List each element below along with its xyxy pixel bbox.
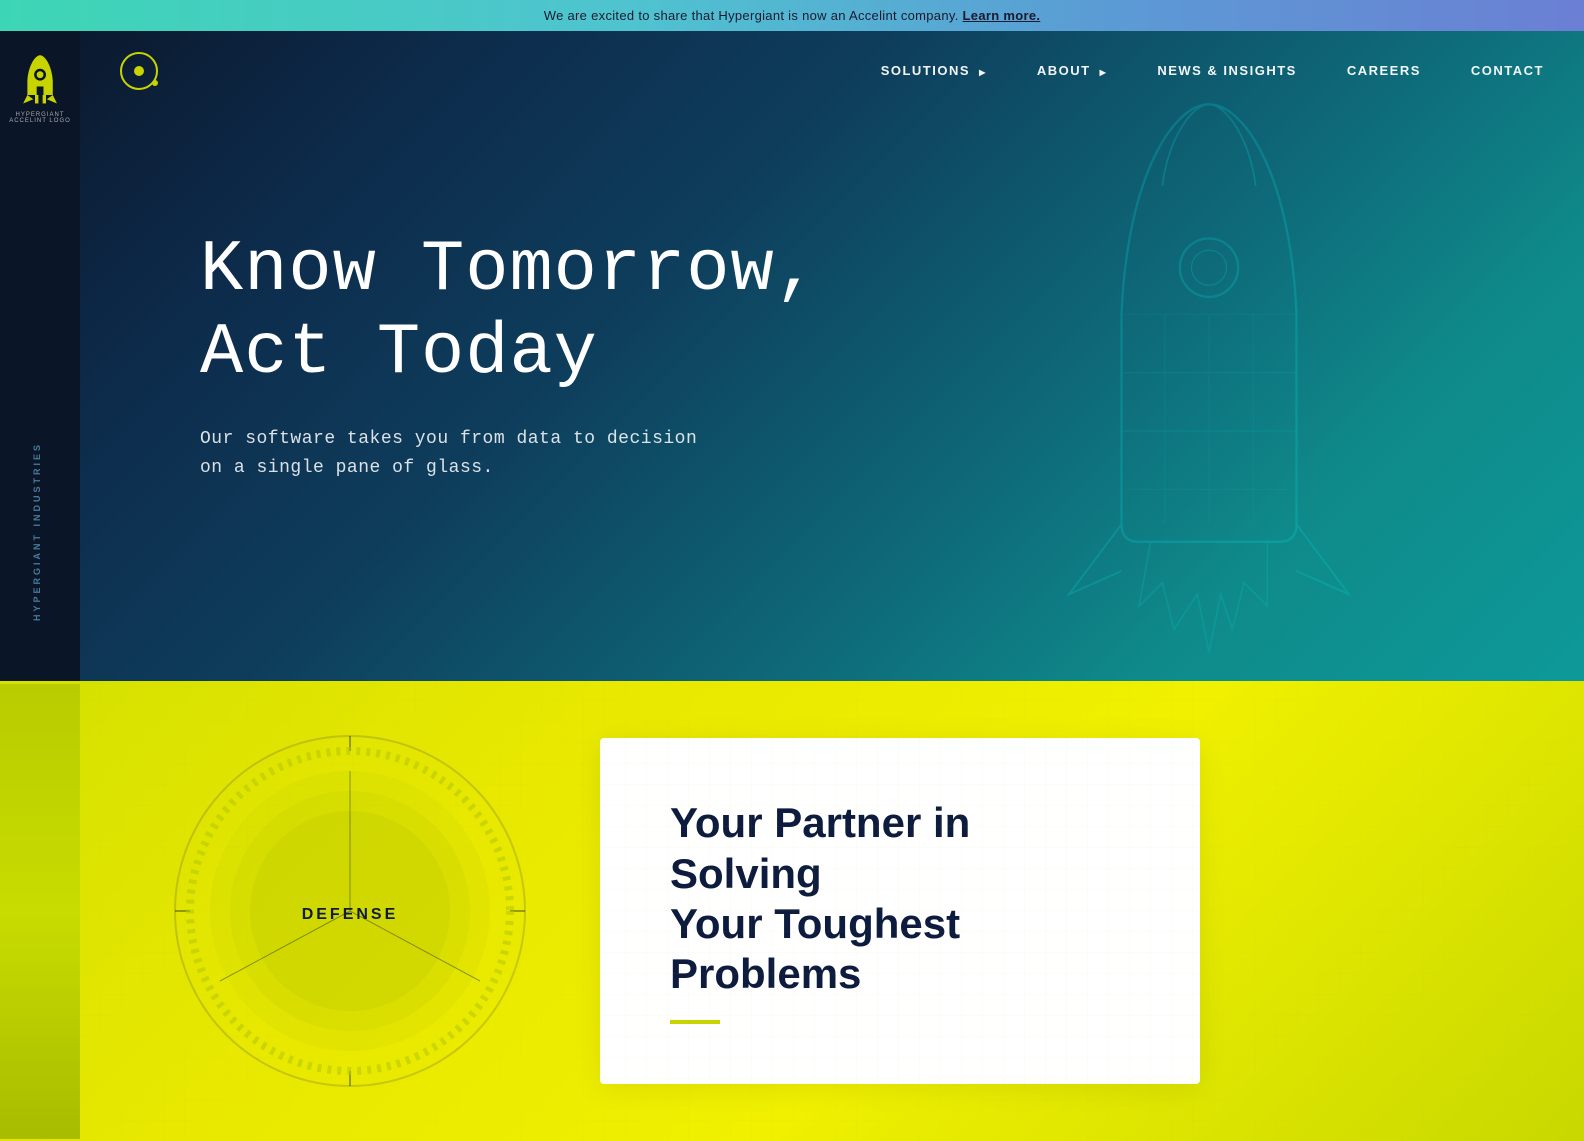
announcement-text: We are excited to share that Hypergiant …	[544, 8, 959, 23]
nav-item-contact[interactable]: CONTACT	[1471, 62, 1544, 80]
nav-link-careers[interactable]: CAREERS	[1347, 63, 1421, 78]
hero-section: Hypergiant Accelint Logo HYPERGIANT INDU…	[0, 31, 1584, 681]
logo-container: Hypergiant Accelint Logo	[0, 51, 80, 124]
nav-item-about[interactable]: ABOUT ▶	[1037, 62, 1108, 80]
yellow-section: DEFENSE Your Partner in Solving Your Tou…	[0, 681, 1584, 1141]
nav-logo-inner-icon	[134, 66, 144, 76]
sidebar-vertical-label: HYPERGIANT INDUSTRIES	[32, 442, 42, 621]
nav-link-news[interactable]: NEWS & INSIGHTS	[1157, 63, 1297, 78]
svg-text:DEFENSE: DEFENSE	[302, 906, 399, 923]
hero-subtitle: Our software takes you from data to deci…	[200, 425, 720, 483]
about-dropdown-arrow-icon: ▶	[1100, 68, 1108, 77]
hero-title: Know Tomorrow, Act Today	[200, 229, 1524, 395]
dial-svg: DEFENSE	[160, 721, 540, 1101]
nav-link-about[interactable]: ABOUT ▶	[1037, 63, 1108, 78]
nav-link-solutions[interactable]: SOLUTIONS ▶	[881, 63, 987, 78]
announcement-link[interactable]: Learn more.	[963, 8, 1041, 23]
nav-item-solutions[interactable]: SOLUTIONS ▶	[881, 62, 987, 80]
dial-container: DEFENSE	[160, 721, 540, 1101]
brand-logo-icon	[18, 51, 63, 106]
yellow-content-area: DEFENSE Your Partner in Solving Your Tou…	[80, 681, 1584, 1141]
nav-item-news[interactable]: NEWS & INSIGHTS	[1157, 62, 1297, 80]
nav-logo-circle-icon[interactable]	[120, 52, 158, 90]
nav-links: SOLUTIONS ▶ ABOUT ▶ NEWS & INSIGHTS CARE…	[881, 62, 1544, 80]
yellow-left-sidebar	[0, 684, 80, 1139]
solutions-dropdown-arrow-icon: ▶	[979, 68, 987, 77]
announcement-bar: We are excited to share that Hypergiant …	[0, 0, 1584, 31]
hero-content: Know Tomorrow, Act Today Our software ta…	[80, 31, 1584, 681]
nav-item-careers[interactable]: CAREERS	[1347, 62, 1421, 80]
logo-text: Hypergiant Accelint Logo	[0, 112, 80, 124]
nav-logo-area	[120, 52, 158, 90]
nav-logo-dot-icon	[152, 80, 158, 86]
nav-link-contact[interactable]: CONTACT	[1471, 63, 1544, 78]
navbar: SOLUTIONS ▶ ABOUT ▶ NEWS & INSIGHTS CARE…	[80, 31, 1584, 111]
left-sidebar: Hypergiant Accelint Logo HYPERGIANT INDU…	[0, 31, 80, 681]
